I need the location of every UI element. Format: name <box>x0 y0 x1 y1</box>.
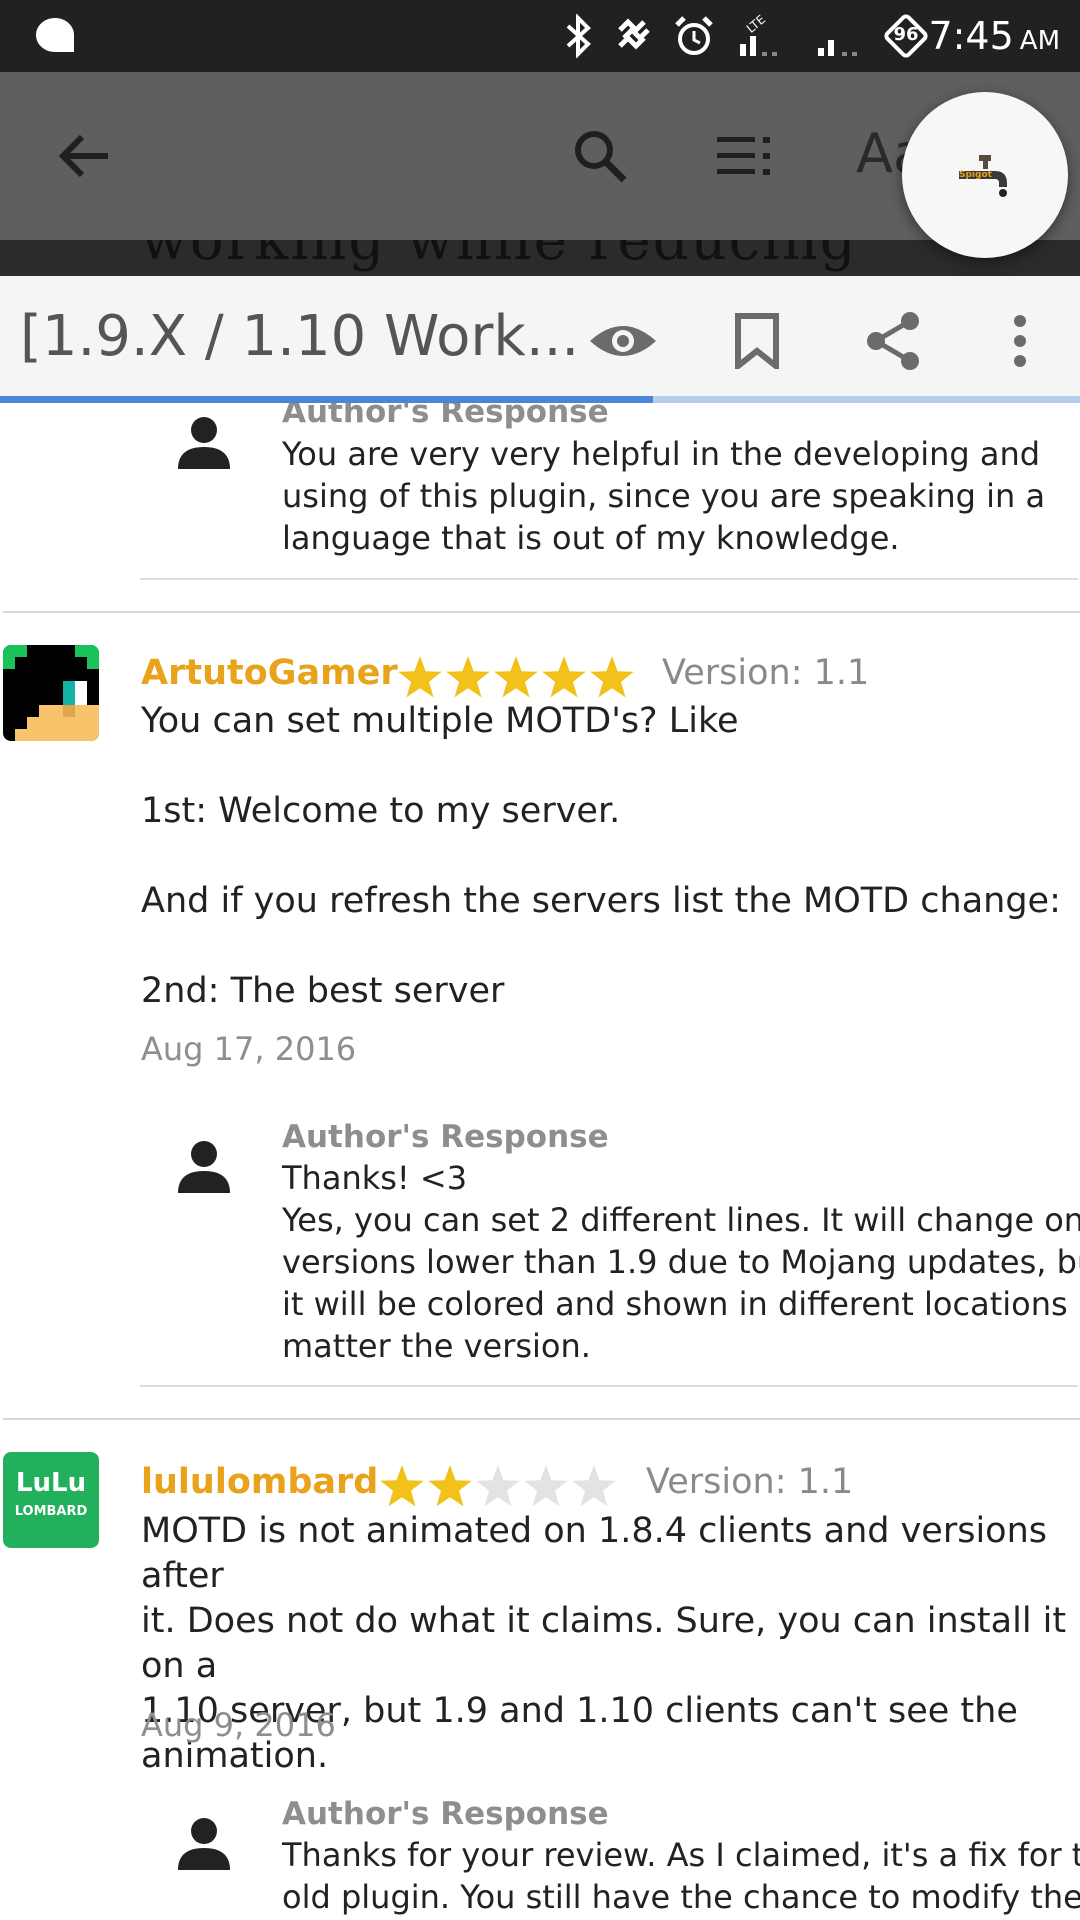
star-filled-icon <box>494 656 538 698</box>
review-date: Aug 17, 2016 <box>141 1030 357 1068</box>
contents-button[interactable] <box>700 72 790 240</box>
response-line: using of this plugin, since you are spea… <box>282 477 1046 515</box>
person-icon <box>178 1141 230 1193</box>
view-button[interactable] <box>578 296 668 386</box>
review-line <box>141 744 1071 789</box>
svg-text:LTE: LTE <box>744 14 768 36</box>
author-response-text: You are very very helpful in the develop… <box>282 433 1080 559</box>
vibrate-icon <box>618 18 650 50</box>
more-options-button[interactable] <box>975 296 1065 386</box>
signal-icon <box>818 40 857 56</box>
clock-time: 7:45 <box>928 14 1014 58</box>
reviewer-name[interactable]: ArtutoGamer <box>141 653 398 693</box>
version-label: Version: 1.1 <box>646 1462 854 1502</box>
avatar-text-top: LuLu <box>15 1468 87 1498</box>
spigot-icon: Spigot <box>959 155 1007 197</box>
author-response-text: Thanks for your review. As I claimed, it… <box>282 1834 1080 1918</box>
arrow-back-icon <box>58 134 108 178</box>
author-response-heading: Author's Response <box>282 1796 609 1832</box>
response-line: You are very very helpful in the develop… <box>282 435 1041 473</box>
response-line: language that is out of my knowledge. <box>282 519 900 557</box>
response-line: versions lower than 1.9 due to Mojang up… <box>282 1243 1080 1281</box>
version-label: Version: 1.1 <box>662 653 870 693</box>
alarm-icon <box>675 16 713 55</box>
star-filled-icon <box>590 656 634 698</box>
floating-bubble[interactable]: Spigot <box>902 92 1068 258</box>
response-line: Thanks! <3 <box>282 1159 468 1197</box>
review-line: it. Does not do what it claims. Sure, yo… <box>141 1601 1067 1686</box>
response-line: matter the version. <box>282 1327 591 1365</box>
star-filled-icon <box>398 656 442 698</box>
review-line <box>141 834 1071 879</box>
bookmark-button[interactable] <box>712 296 802 386</box>
avatar-text-bottom: LOMBARD <box>14 1504 88 1519</box>
author-response-text: Thanks! <3 Yes, you can set 2 different … <box>282 1157 1080 1367</box>
progress-fill <box>0 396 654 403</box>
author-response-heading: Author's Response <box>282 403 609 430</box>
review-text: You can set multiple MOTD's? Like 1st: W… <box>141 699 1071 1014</box>
search-button[interactable] <box>555 72 645 240</box>
status-bar: LTE 96 7:45 AM <box>0 0 1080 72</box>
person-icon <box>178 417 230 469</box>
bookmark-icon <box>735 313 779 369</box>
star-rating <box>378 1463 618 1509</box>
star-empty-icon <box>476 1465 520 1507</box>
reviews-content: Author's Response You are very very help… <box>0 403 1080 1920</box>
avatar[interactable] <box>3 645 99 741</box>
review-line: You can set multiple MOTD's? Like <box>141 701 739 741</box>
tab-title[interactable]: [1.9.X / 1.10 Work... <box>20 304 579 369</box>
reviewer-name[interactable]: lululombard <box>141 1462 378 1502</box>
battery-icon: 96 <box>881 11 931 61</box>
response-divider <box>140 578 1078 580</box>
review-line: 1st: Welcome to my server. <box>141 791 621 831</box>
star-rating <box>396 654 636 700</box>
background-page-text: working while reducing <box>140 240 858 273</box>
review-line: MOTD is not animated on 1.8.4 clients an… <box>141 1511 1048 1596</box>
star-empty-icon <box>572 1465 616 1507</box>
eye-icon <box>590 326 656 356</box>
share-icon <box>867 312 919 370</box>
review-line <box>141 924 1071 969</box>
avatar[interactable]: LuLu LOMBARD <box>3 1452 99 1548</box>
bubble-label: Spigot <box>959 170 993 180</box>
notification-icon <box>36 18 74 52</box>
bluetooth-icon <box>566 14 591 58</box>
star-filled-icon <box>380 1465 424 1507</box>
person-icon <box>178 1818 230 1870</box>
star-filled-icon <box>542 656 586 698</box>
review-divider <box>3 1418 1080 1420</box>
response-divider <box>140 1385 1078 1387</box>
clock: 7:45 AM <box>928 12 1060 65</box>
star-empty-icon <box>524 1465 568 1507</box>
review-divider <box>3 611 1080 613</box>
author-response-heading: Author's Response <box>282 1119 609 1155</box>
list-icon <box>717 137 770 175</box>
response-line: old plugin. You still have the chance to… <box>282 1878 1080 1916</box>
star-filled-icon <box>428 1465 472 1507</box>
minecraft-avatar-image <box>3 645 99 741</box>
review-line: 2nd: The best server <box>141 971 505 1011</box>
search-icon <box>575 131 627 183</box>
custom-tab-toolbar: [1.9.X / 1.10 Work... <box>0 276 1080 402</box>
lte-signal-icon: LTE <box>740 14 777 56</box>
response-line: Thanks for your review. As I claimed, it… <box>282 1836 1080 1874</box>
share-button[interactable] <box>848 296 938 386</box>
response-line: Yes, you can set 2 different lines. It w… <box>282 1201 1080 1239</box>
more-vert-icon <box>1014 315 1026 367</box>
review-line: And if you refresh the servers list the … <box>141 881 1061 921</box>
page-load-progress <box>0 396 1080 403</box>
response-line: it will be colored and shown in differen… <box>282 1285 1080 1323</box>
back-button[interactable] <box>40 72 130 240</box>
clock-ampm: AM <box>1019 26 1060 56</box>
battery-level: 96 <box>893 24 919 45</box>
status-icons: LTE 96 <box>564 11 931 61</box>
background-page-strip: working while reducing <box>0 240 1080 276</box>
review-date: Aug 9, 2016 <box>141 1706 336 1744</box>
star-filled-icon <box>446 656 490 698</box>
